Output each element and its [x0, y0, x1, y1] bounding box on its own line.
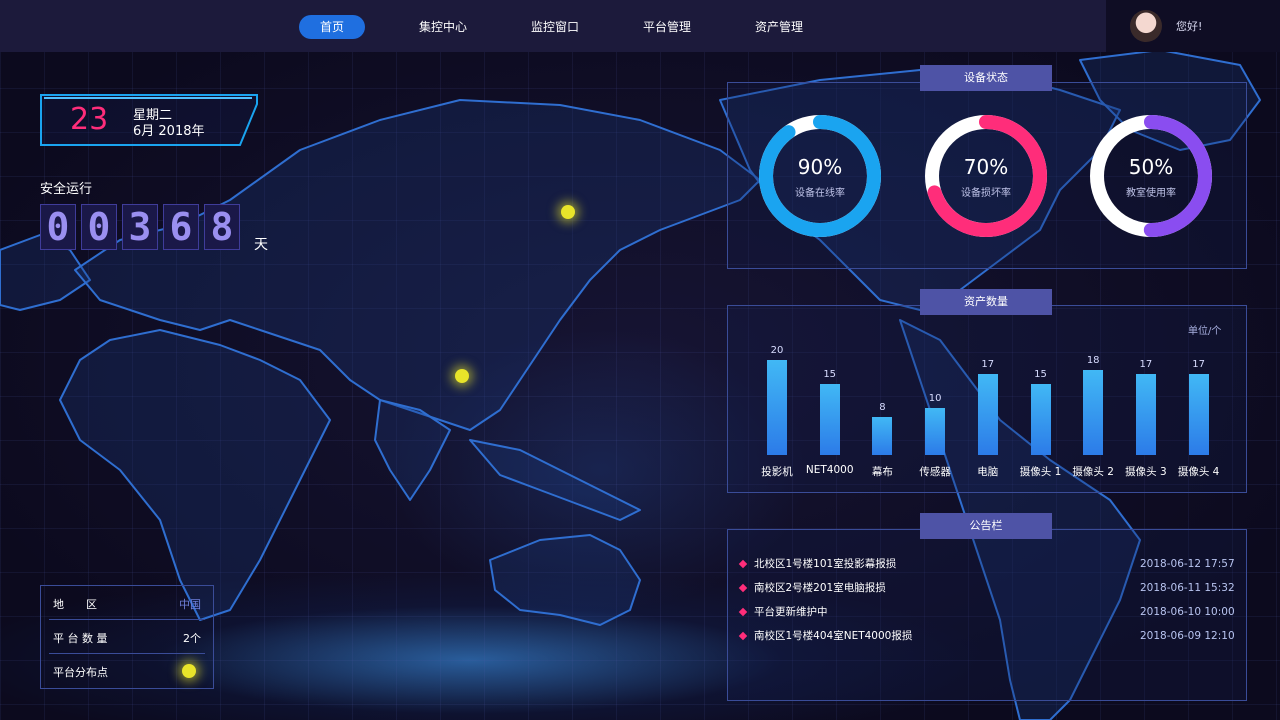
asset-bar[interactable]: [1135, 374, 1156, 455]
bar-category-label: NET4000: [805, 464, 854, 476]
asset-unit: 单位/个: [1188, 326, 1222, 337]
avatar[interactable]: [1130, 10, 1162, 42]
safety-digit: 3: [122, 204, 158, 250]
notice-bullet-icon: [738, 607, 748, 617]
notice-bullet-icon: [738, 559, 748, 569]
safety-digit: 0: [40, 204, 76, 250]
region-label: 地 区: [53, 598, 97, 611]
bar-value-label: 10: [928, 392, 942, 404]
asset-bar[interactable]: [1030, 383, 1051, 455]
asset-bar[interactable]: [1083, 369, 1104, 455]
safety-digit: 6: [163, 204, 199, 250]
safety-title: 安全运行: [40, 182, 93, 197]
notice-text: 北校区1号楼101室投影幕报损: [754, 558, 897, 570]
nav-monitor-window[interactable]: 监控窗口: [522, 15, 588, 39]
bar-value-label: 17: [1192, 359, 1205, 371]
ring-label: 设备损坏率: [961, 188, 1011, 199]
bar-category-label: 电脑: [977, 466, 999, 478]
bar-value-label: 17: [981, 359, 995, 371]
bar-value-label: 17: [1139, 359, 1153, 371]
region-value: 中国: [179, 598, 201, 611]
platform-info-box: 地 区 中国 平 台 数 量 2个 平台分布点: [40, 585, 214, 689]
ring-percent: 90%: [797, 155, 843, 179]
safety-digit: 0: [81, 204, 117, 250]
nav-platform-management[interactable]: 平台管理: [634, 15, 700, 39]
info-row-points: 平台分布点: [41, 654, 213, 687]
bar-category-label: 摄像头 2: [1072, 466, 1114, 478]
notice-item[interactable]: 北校区1号楼101室投影幕报损: [738, 557, 897, 571]
bar-category-label: 传感器: [919, 466, 951, 478]
notice-panel-title: 公告栏: [920, 513, 1052, 539]
notice-bullet-icon: [738, 631, 748, 641]
platform-point-icon: [182, 664, 196, 678]
asset-bar[interactable]: [977, 374, 998, 455]
count-label: 平 台 数 量: [53, 632, 108, 645]
bar-value-label: 15: [1034, 368, 1047, 380]
notice-item[interactable]: 平台更新维护中: [738, 605, 828, 619]
notice-time: 2018-06-09 12:10: [1140, 630, 1235, 642]
bar-value-label: 8: [879, 402, 886, 413]
count-value: 2个: [183, 632, 201, 645]
bar-category-label: 摄像头 4: [1177, 466, 1220, 478]
info-row-region: 地 区 中国: [41, 586, 213, 619]
notice-text: 南校区2号楼201室电脑报损: [754, 582, 886, 594]
notice-time: 2018-06-11 15:32: [1140, 582, 1235, 594]
safety-digit: 8: [204, 204, 240, 250]
safety-unit: 天: [254, 237, 268, 253]
nav-asset-management[interactable]: 资产管理: [746, 15, 812, 39]
map-marker[interactable]: [455, 369, 469, 383]
ring-label: 教室使用率: [1126, 188, 1176, 199]
notice-item[interactable]: 南校区2号楼201室电脑报损: [738, 581, 886, 595]
asset-bar[interactable]: [925, 407, 946, 455]
notice-time: 2018-06-10 10:00: [1140, 606, 1235, 618]
bar-category-label: 幕布: [871, 466, 893, 478]
notice-bullet-icon: [738, 583, 748, 593]
bar-value-label: 15: [823, 368, 837, 380]
bar-value-label: 20: [770, 345, 784, 356]
date-month-year: 6月 2018年: [133, 124, 205, 139]
asset-panel-title: 资产数量: [920, 289, 1052, 315]
map-marker[interactable]: [561, 205, 575, 219]
bar-category-label: 摄像头 3: [1125, 466, 1167, 478]
asset-bar[interactable]: [819, 383, 840, 455]
point-label: 平台分布点: [53, 666, 108, 679]
bar-category-label: 投影机: [761, 466, 793, 478]
bar-value-label: 18: [1086, 354, 1100, 366]
info-row-count: 平 台 数 量 2个: [41, 620, 213, 653]
notice-text: 平台更新维护中: [754, 606, 828, 618]
nav-control-center[interactable]: 集控中心: [410, 15, 476, 39]
ring-percent: 70%: [963, 155, 1009, 179]
asset-bar[interactable]: [767, 360, 787, 455]
bar-category-label: 摄像头 1: [1019, 466, 1062, 478]
notice-item[interactable]: 南校区1号楼404室NET4000报损: [738, 629, 913, 643]
notice-time: 2018-06-12 17:57: [1140, 558, 1235, 570]
nav-home[interactable]: 首页: [299, 15, 365, 39]
user-greeting: 您好!: [1176, 20, 1203, 33]
asset-bar[interactable]: [872, 417, 893, 455]
ring-label: 设备在线率: [795, 188, 845, 199]
asset-bar[interactable]: [1188, 374, 1209, 455]
ring-percent: 50%: [1128, 155, 1174, 179]
date-day: 23: [70, 102, 109, 137]
notice-text: 南校区1号楼404室NET4000报损: [754, 630, 913, 642]
